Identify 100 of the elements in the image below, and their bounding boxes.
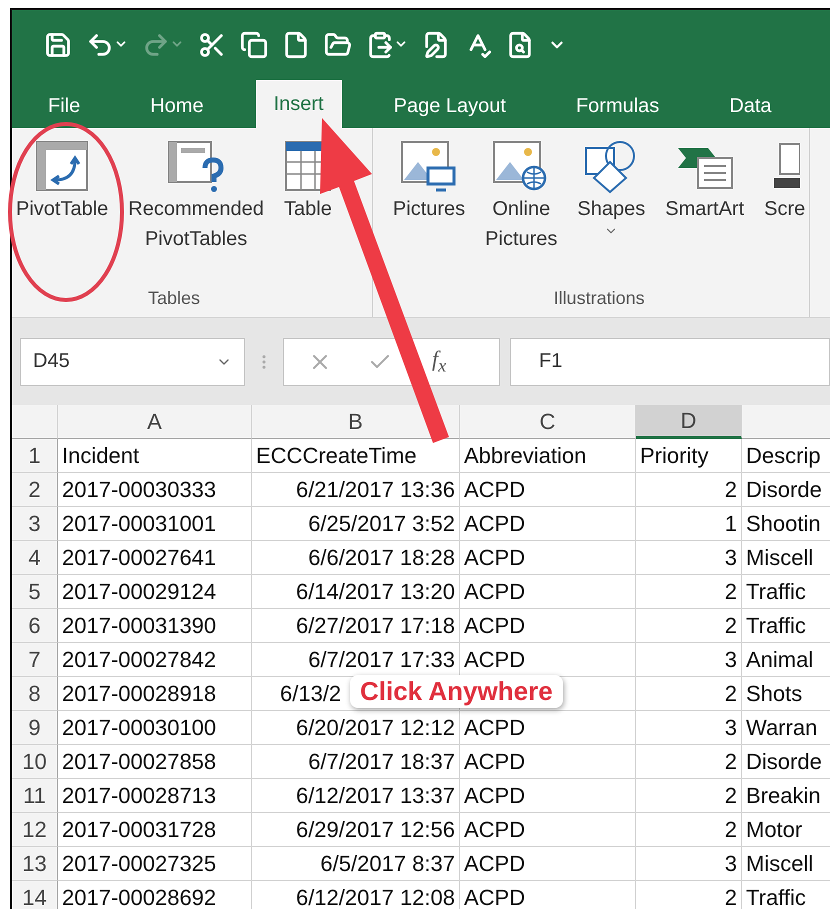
table-cell: ACPD bbox=[460, 847, 636, 881]
table-cell: 6/6/2017 18:28 bbox=[252, 541, 460, 575]
table-cell: 6/14/2017 13:20 bbox=[252, 575, 460, 609]
table-cell: 2017-00028918 bbox=[58, 677, 252, 711]
column-header[interactable]: C bbox=[460, 405, 636, 439]
ribbon-tab[interactable]: Home bbox=[132, 84, 222, 128]
table-cell: 2017-00028713 bbox=[58, 779, 252, 813]
table-cell: ACPD bbox=[460, 779, 636, 813]
ribbon-command[interactable]: Pictures bbox=[392, 134, 466, 282]
table-cell: 2017-00031001 bbox=[58, 507, 252, 541]
row-header[interactable]: 2 bbox=[12, 473, 58, 507]
table-cell: 2 bbox=[636, 745, 742, 779]
table-cell: ACPD bbox=[460, 711, 636, 745]
table-cell: 3 bbox=[636, 643, 742, 677]
row-header[interactable]: 3 bbox=[12, 507, 58, 541]
table-cell: 2 bbox=[636, 575, 742, 609]
table-cell: Shots bbox=[742, 677, 830, 711]
ribbon-tab[interactable]: File bbox=[30, 84, 98, 128]
ribbon-tab[interactable]: Insert bbox=[256, 80, 342, 128]
table-cell: Animal bbox=[742, 643, 830, 677]
table-cell: 6/12/2017 12:08 bbox=[252, 881, 460, 909]
table-cell: Disorde bbox=[742, 473, 830, 507]
toolbar-button[interactable] bbox=[240, 31, 268, 59]
table-cell: ACPD bbox=[460, 507, 636, 541]
formula-field[interactable]: F1 bbox=[510, 338, 830, 386]
copy-icon bbox=[240, 31, 268, 59]
toolbar-button[interactable] bbox=[198, 31, 226, 59]
table-cell: 2 bbox=[636, 677, 742, 711]
table-cell: ACPD bbox=[460, 575, 636, 609]
table-cell: 2017-00030333 bbox=[58, 473, 252, 507]
callout-tooltip: Click Anywhere bbox=[350, 675, 563, 708]
insert-function-button[interactable]: f$_{x}$ bbox=[432, 346, 446, 377]
name-box[interactable]: D45 bbox=[20, 338, 245, 386]
table-cell: 3 bbox=[636, 541, 742, 575]
table-cell: Traffic bbox=[742, 575, 830, 609]
table-cell: Traffic bbox=[742, 881, 830, 909]
table-cell: 6/21/2017 13:36 bbox=[252, 473, 460, 507]
row-header[interactable]: 6 bbox=[12, 609, 58, 643]
table-cell: 2 bbox=[636, 779, 742, 813]
table-cell: Motor bbox=[742, 813, 830, 847]
ribbon-tab[interactable]: Formulas bbox=[558, 84, 678, 128]
save-icon bbox=[44, 31, 72, 59]
table-cell: 6/20/2017 12:12 bbox=[252, 711, 460, 745]
row-header[interactable]: 9 bbox=[12, 711, 58, 745]
table-cell: ACPD bbox=[460, 745, 636, 779]
table-cell: 2017-00027325 bbox=[58, 847, 252, 881]
table-cell: Breakin bbox=[742, 779, 830, 813]
column-header[interactable]: A bbox=[58, 405, 252, 439]
table-cell: 2017-00031390 bbox=[58, 609, 252, 643]
row-header[interactable]: 8 bbox=[12, 677, 58, 711]
ribbon-command[interactable]: Online Pictures bbox=[485, 134, 558, 282]
ribbon-command[interactable]: PivotTable bbox=[16, 134, 108, 282]
row-header[interactable]: 4 bbox=[12, 541, 58, 575]
table-cell: ACPD bbox=[460, 473, 636, 507]
table-cell: 2017-00028692 bbox=[58, 881, 252, 909]
table-cell: Priority bbox=[636, 439, 742, 473]
group-label: Illustrations bbox=[552, 287, 646, 310]
ribbon-tab[interactable]: Page Layout bbox=[376, 84, 524, 128]
row-header[interactable]: 1 bbox=[12, 439, 58, 473]
table-cell: ACPD bbox=[460, 609, 636, 643]
row-header[interactable]: 14 bbox=[12, 881, 58, 909]
row-header[interactable]: 13 bbox=[12, 847, 58, 881]
table-cell: ACPD bbox=[460, 541, 636, 575]
table-cell: Warran bbox=[742, 711, 830, 745]
table-cell: 2017-00029124 bbox=[58, 575, 252, 609]
row-header[interactable]: 10 bbox=[12, 745, 58, 779]
row-header[interactable]: 5 bbox=[12, 575, 58, 609]
column-header[interactable]: D bbox=[636, 405, 742, 439]
table-cell: Descrip bbox=[742, 439, 830, 473]
row-header[interactable]: 12 bbox=[12, 813, 58, 847]
table-cell: 2 bbox=[636, 473, 742, 507]
table-cell: 6/7/2017 18:37 bbox=[252, 745, 460, 779]
table-cell: 6/5/2017 8:37 bbox=[252, 847, 460, 881]
table-cell: 2 bbox=[636, 813, 742, 847]
table-cell: ACPD bbox=[460, 881, 636, 909]
table-cell: 2017-00027842 bbox=[58, 643, 252, 677]
ribbon-tab[interactable]: Data bbox=[711, 84, 790, 128]
column-header[interactable]: B bbox=[252, 405, 460, 439]
ribbon-command[interactable]: SmartArt bbox=[665, 134, 744, 282]
table-cell: ACPD bbox=[460, 813, 636, 847]
ribbon-command[interactable]: Recommended PivotTables bbox=[128, 134, 264, 282]
table-cell: 2017-00027858 bbox=[58, 745, 252, 779]
toolbar-button[interactable] bbox=[44, 31, 72, 59]
table-cell: 1 bbox=[636, 507, 742, 541]
table-cell: Miscell bbox=[742, 541, 830, 575]
row-header[interactable]: 7 bbox=[12, 643, 58, 677]
ribbon-command[interactable]: Shapes bbox=[577, 134, 646, 282]
table-cell: 2017-00027641 bbox=[58, 541, 252, 575]
table-cell: 2017-00030100 bbox=[58, 711, 252, 745]
table-cell: 3 bbox=[636, 711, 742, 745]
table-cell: Miscell bbox=[742, 847, 830, 881]
table-cell: 6/12/2017 13:37 bbox=[252, 779, 460, 813]
row-header[interactable]: 11 bbox=[12, 779, 58, 813]
table-cell: 6/29/2017 12:56 bbox=[252, 813, 460, 847]
cut-icon bbox=[198, 31, 226, 59]
ribbon-command[interactable]: Scre bbox=[764, 134, 806, 282]
table-cell: Disorde bbox=[742, 745, 830, 779]
table-cell: 6/25/2017 3:52 bbox=[252, 507, 460, 541]
group-label: Tables bbox=[146, 287, 201, 310]
table-cell: Shootin bbox=[742, 507, 830, 541]
